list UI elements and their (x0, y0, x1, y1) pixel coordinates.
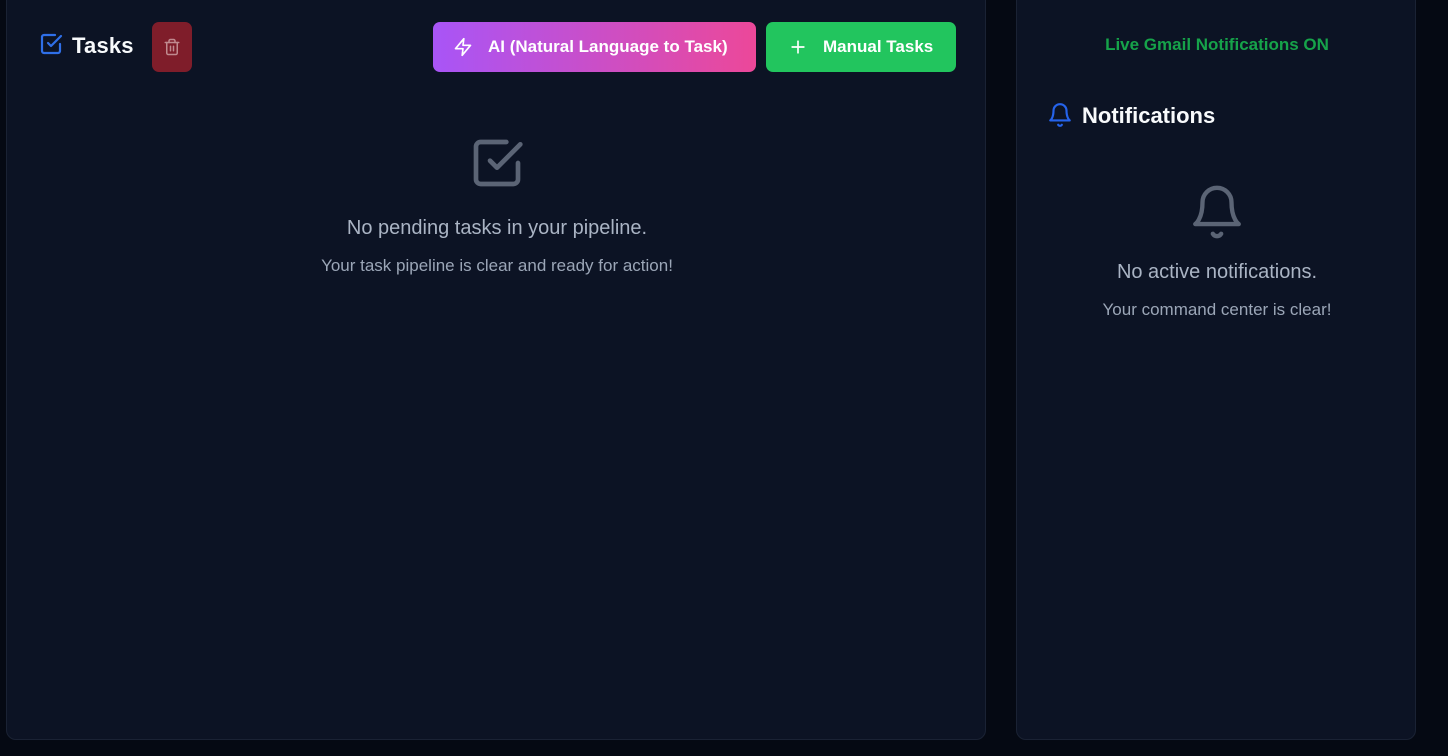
lightning-icon (453, 37, 473, 57)
tasks-header: Tasks AI (Natural Language to Task) Manu… (37, 20, 957, 72)
tasks-empty-title: No pending tasks in your pipeline. (346, 217, 648, 239)
check-square-icon (469, 135, 525, 191)
tasks-panel: Tasks AI (Natural Language to Task) Manu… (6, 0, 986, 740)
bell-icon (1188, 183, 1246, 241)
tasks-empty-subtitle: Your task pipeline is clear and ready fo… (321, 256, 673, 275)
notifications-panel: Live Gmail Notifications ON Notification… (1016, 0, 1416, 740)
bell-icon (1047, 102, 1073, 128)
manual-tasks-button-label: Manual Tasks (823, 37, 934, 56)
manual-tasks-button[interactable]: Manual Tasks (766, 22, 956, 72)
notifications-title: Notifications (1082, 103, 1216, 128)
ai-task-button[interactable]: AI (Natural Language to Task) (433, 22, 756, 72)
notifications-empty-subtitle: Your command center is clear! (1102, 300, 1332, 319)
delete-tasks-button[interactable] (152, 22, 192, 72)
check-square-icon (39, 32, 63, 56)
tasks-empty-state: No pending tasks in your pipeline. Your … (7, 135, 987, 276)
notifications-empty-state: No active notifications. Your command ce… (1017, 183, 1417, 320)
notifications-empty-title: No active notifications. (1116, 261, 1318, 283)
tasks-title: Tasks (72, 33, 134, 58)
trash-icon (163, 38, 181, 56)
notifications-header: Notifications (1047, 101, 1397, 131)
ai-task-button-label: AI (Natural Language to Task) (488, 37, 728, 56)
live-gmail-status: Live Gmail Notifications ON (1105, 35, 1329, 54)
plus-icon (788, 37, 808, 57)
